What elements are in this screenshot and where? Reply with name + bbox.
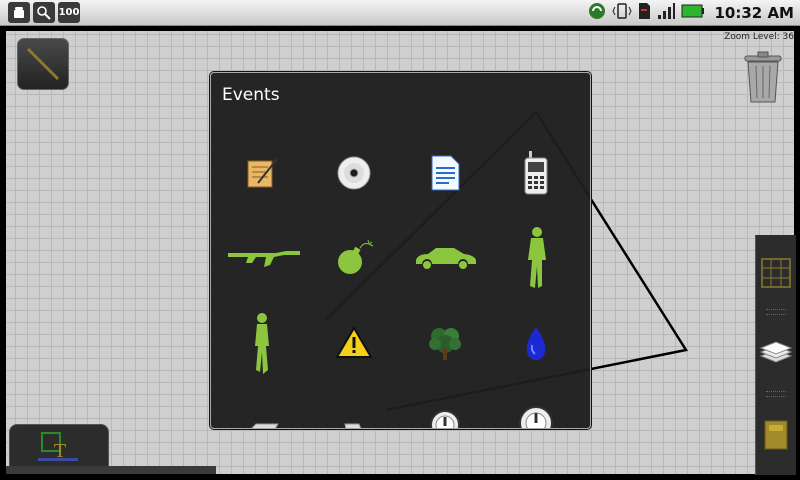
layers-icon <box>759 341 793 363</box>
usb-icon <box>33 2 55 23</box>
line-tool-icon <box>26 47 60 81</box>
dial-icon <box>519 406 553 428</box>
pipe-end-icon <box>344 423 362 428</box>
tree-icon <box>429 328 461 360</box>
grid-icon <box>761 258 791 288</box>
event-cell-phone[interactable] <box>506 143 566 203</box>
battery-level-icon: 100 <box>58 2 80 23</box>
event-document[interactable] <box>415 143 475 203</box>
android-debug-icon <box>8 2 30 23</box>
status-bar: 100 10:32 AM <box>0 0 800 26</box>
event-notepad[interactable] <box>232 143 292 203</box>
clock: 10:32 AM <box>714 3 794 22</box>
event-pipe[interactable] <box>232 393 292 428</box>
right-toolbar <box>755 235 796 475</box>
bomb-icon <box>338 239 374 274</box>
car-icon <box>416 248 476 269</box>
trash-button[interactable] <box>742 50 784 105</box>
cell-phone-icon <box>524 151 548 195</box>
person-standing-icon <box>528 227 546 288</box>
folder-icon <box>764 420 788 450</box>
event-pipe-end[interactable] <box>324 393 384 428</box>
grid-toggle-button[interactable] <box>756 245 796 301</box>
event-dial[interactable] <box>506 389 566 428</box>
event-person-walking[interactable] <box>232 309 292 379</box>
folder-button[interactable] <box>756 407 796 463</box>
event-cd[interactable] <box>324 143 384 203</box>
line-tool-button[interactable] <box>17 38 69 90</box>
text-box-icon: T <box>38 432 78 462</box>
bottom-strip <box>6 466 216 474</box>
object-panel[interactable]: T <box>9 424 109 472</box>
signal-icon <box>656 1 676 25</box>
divider <box>766 391 786 397</box>
event-person-standing[interactable] <box>506 223 566 293</box>
event-water-drop[interactable] <box>506 313 566 373</box>
events-dialog: Events <box>210 72 591 429</box>
rifle-icon <box>228 251 300 267</box>
water-drop-icon <box>526 327 546 360</box>
event-bomb[interactable] <box>324 228 384 288</box>
notepad-icon <box>247 158 278 188</box>
person-walking-icon <box>255 313 269 374</box>
battery-icon <box>681 3 705 23</box>
pipe-icon <box>251 423 279 428</box>
divider <box>766 309 786 315</box>
sync-icon <box>587 1 607 25</box>
cd-disc-icon <box>337 156 371 190</box>
event-gauge[interactable] <box>415 391 475 428</box>
trash-icon <box>744 51 782 103</box>
vibrate-icon <box>612 1 633 25</box>
warning-icon <box>335 326 373 358</box>
document-icon <box>431 155 460 191</box>
dialog-title: Events <box>222 85 280 105</box>
sd-card-icon <box>637 1 651 25</box>
event-tree[interactable] <box>415 313 475 373</box>
event-car[interactable] <box>411 228 481 288</box>
zoom-level-label: Zoom Level: 36 <box>724 32 794 42</box>
event-warning[interactable] <box>324 313 384 373</box>
gauge-icon <box>430 410 460 428</box>
event-rifle[interactable] <box>226 228 302 288</box>
layers-button[interactable] <box>756 325 796 381</box>
